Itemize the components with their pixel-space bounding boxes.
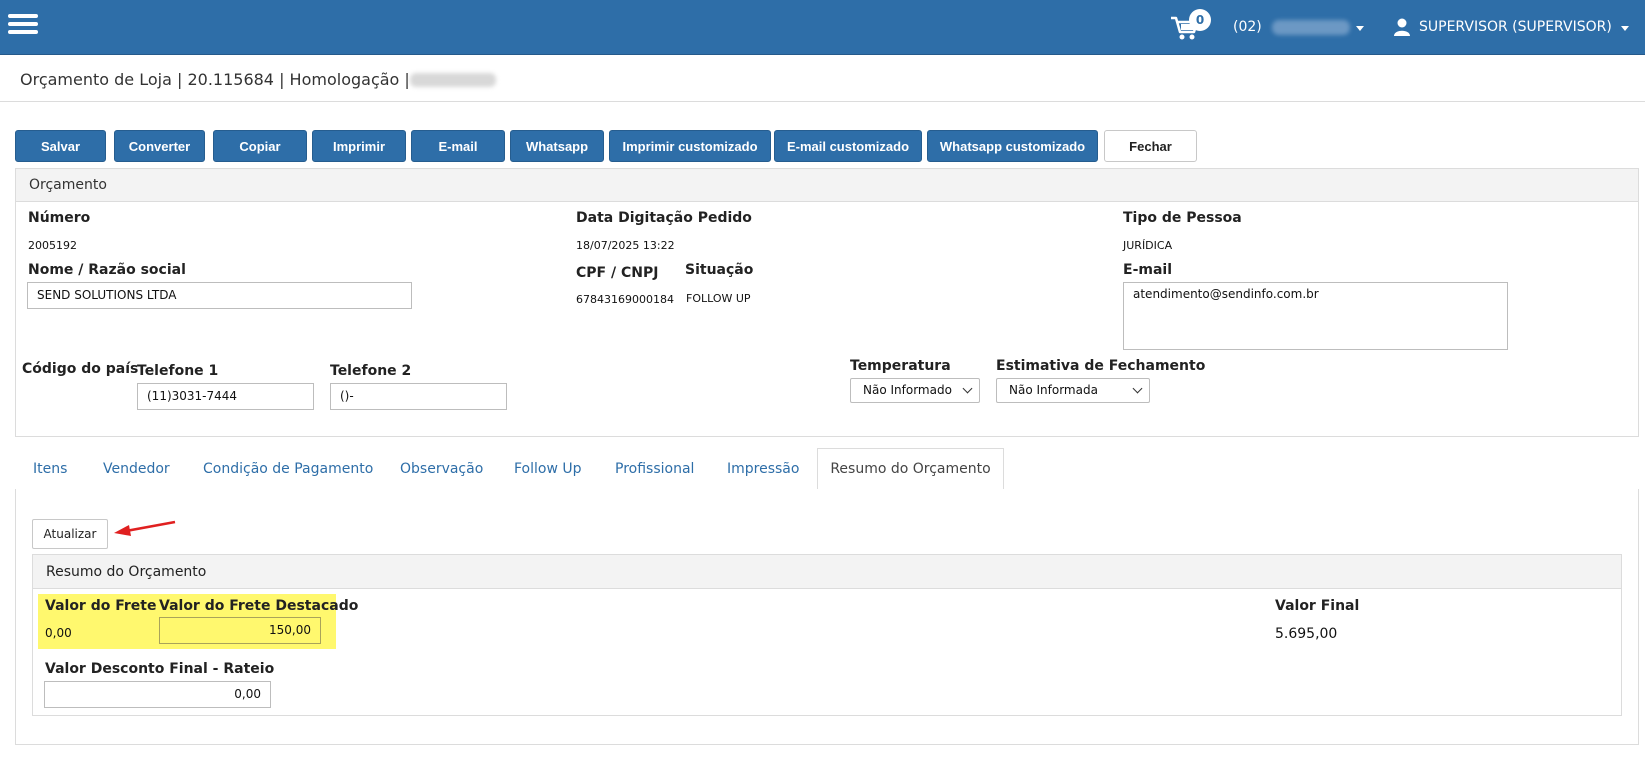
closing-estimate-select[interactable]: Não Informada [996,378,1150,403]
print-button[interactable]: Imprimir [312,130,406,162]
final-discount-label: Valor Desconto Final - Rateio [45,661,275,677]
email-button[interactable]: E-mail [411,130,505,162]
summary-panel: Resumo do Orçamento Valor do Frete 0,00 … [32,554,1622,716]
person-type-label: Tipo de Pessoa [1123,210,1242,226]
tab-follow-up[interactable]: Follow Up [514,461,582,477]
name-field[interactable]: SEND SOLUTIONS LTDA [27,282,412,309]
tab-itens[interactable]: Itens [33,461,67,477]
final-value-label: Valor Final [1275,598,1360,614]
tab-impressao[interactable]: Impressão [727,461,799,477]
tab-resumo-orcamento[interactable]: Resumo do Orçamento [817,448,1004,490]
status-value: FOLLOW UP [686,292,751,305]
temperature-selected-value: Não Informado [863,383,952,397]
budget-panel-title: Orçamento [16,169,1638,202]
closing-estimate-selected-value: Não Informada [1009,383,1098,397]
featured-freight-label: Valor do Frete Destacado [159,598,359,614]
tab-profissional[interactable]: Profissional [615,461,694,477]
user-icon [1394,18,1410,36]
cpf-cnpj-label: CPF / CNPJ [576,265,659,281]
divider [0,101,1645,102]
chevron-down-icon [1132,383,1143,394]
freight-label: Valor do Frete [45,598,157,614]
freight-value: 0,00 [45,626,72,640]
top-navbar: 0 (02) SUPERVISOR (SUPERVISOR) [0,0,1645,55]
number-value: 2005192 [28,239,77,252]
hamburger-menu-icon[interactable] [8,14,38,38]
whatsapp-button[interactable]: Whatsapp [510,130,604,162]
phone1-field[interactable]: (11)3031-7444 [137,383,314,410]
environment-name-redacted [410,73,496,87]
custom-whatsapp-button[interactable]: Whatsapp customizado [927,130,1098,162]
close-button[interactable]: Fechar [1104,130,1197,162]
user-menu[interactable]: SUPERVISOR (SUPERVISOR) [1419,19,1612,35]
custom-email-button[interactable]: E-mail customizado [774,130,922,162]
final-value: 5.695,00 [1275,626,1338,642]
refresh-button[interactable]: Atualizar [32,519,108,549]
phone1-label: Telefone 1 [137,363,219,379]
phone2-field[interactable]: ()- [330,383,507,410]
custom-print-button[interactable]: Imprimir customizado [609,130,771,162]
tab-condicao-pagamento[interactable]: Condição de Pagamento [203,461,373,477]
featured-freight-field[interactable]: 150,00 [159,617,321,644]
email-label: E-mail [1123,262,1173,278]
tab-observacao[interactable]: Observação [400,461,483,477]
entry-date-label: Data Digitação Pedido [576,210,752,226]
copy-button[interactable]: Copiar [213,130,307,162]
save-button[interactable]: Salvar [15,130,106,162]
status-label: Situação [685,262,754,278]
store-selector[interactable]: (02) [1233,19,1262,35]
cart-count-badge: 0 [1189,9,1211,31]
store-dropdown-caret-icon[interactable] [1356,26,1364,31]
summary-panel-title: Resumo do Orçamento [33,555,1621,589]
budget-panel: Orçamento Número 2005192 Data Digitação … [15,168,1639,437]
number-label: Número [28,210,91,226]
cpf-cnpj-value: 67843169000184 [576,293,674,306]
red-arrow-annotation [114,520,176,536]
closing-estimate-label: Estimativa de Fechamento [996,358,1206,374]
store-name-redacted [1272,20,1350,35]
convert-button[interactable]: Converter [114,130,205,162]
phone2-label: Telefone 2 [330,363,412,379]
page-title: Orçamento de Loja | 20.115684 | Homologa… [20,70,410,89]
email-field[interactable]: atendimento@sendinfo.com.br [1123,282,1508,350]
user-dropdown-caret-icon[interactable] [1621,26,1629,31]
chevron-down-icon [962,383,973,394]
entry-date-value: 18/07/2025 13:22 [576,239,675,252]
tab-vendedor[interactable]: Vendedor [103,461,170,477]
temperature-label: Temperatura [850,358,951,374]
person-type-value: JURÍDICA [1123,239,1173,252]
name-label: Nome / Razão social [28,262,186,278]
temperature-select[interactable]: Não Informado [850,378,980,403]
country-code-label: Código do país [22,361,139,377]
final-discount-field[interactable]: 0,00 [44,681,271,708]
